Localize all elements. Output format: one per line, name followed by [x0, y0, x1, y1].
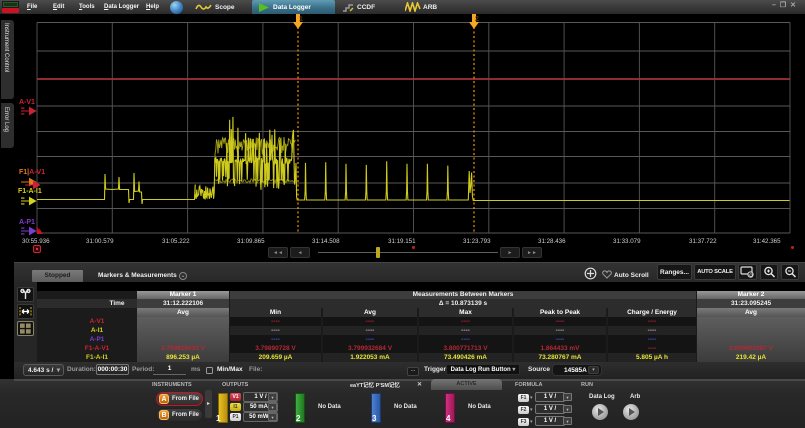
svg-text:1: 1: [299, 16, 303, 23]
svg-text:2: 2: [475, 16, 479, 23]
svg-text:Q: Q: [749, 272, 753, 277]
